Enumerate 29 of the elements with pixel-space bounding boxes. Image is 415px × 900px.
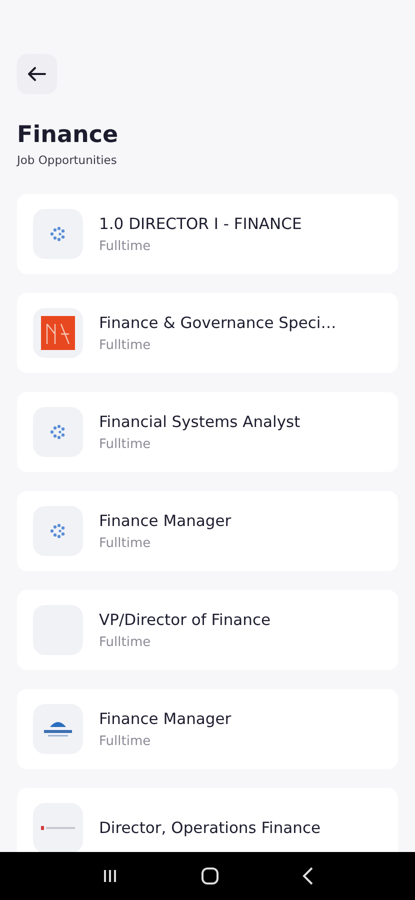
home-icon[interactable] [200, 867, 218, 885]
job-title: Finance Manager [99, 710, 232, 728]
job-title: Finance Manager [99, 512, 232, 530]
back-icon[interactable] [302, 867, 314, 885]
job-card[interactable]: Financial Systems Analyst Fulltime [17, 392, 398, 472]
job-type: Fulltime [99, 436, 152, 452]
job-card[interactable]: VP/Director of Finance Fulltime [17, 590, 398, 670]
job-type: Fulltime [99, 338, 152, 352]
page-title: Finance [17, 121, 120, 149]
back-button[interactable] [17, 54, 57, 94]
job-title: Financial Systems Analyst [99, 412, 300, 430]
job-card[interactable]: 1.0 DIRECTOR I - FINANCE Fulltime [17, 194, 398, 274]
job-type: Fulltime [99, 238, 152, 254]
job-card[interactable]: Director, Operations Finance [17, 788, 398, 852]
job-card[interactable]: Finance & Governance Speci… Fulltime [17, 293, 398, 373]
recent-apps-icon[interactable] [102, 868, 118, 884]
job-card[interactable]: Finance Manager Fulltime [17, 689, 398, 769]
job-type: Fulltime [99, 634, 152, 650]
job-type: Fulltime [99, 734, 152, 748]
job-card[interactable]: Finance Manager Fulltime [17, 491, 398, 571]
page-subtitle: Job Opportunities [17, 153, 118, 167]
square-logo-icon [41, 316, 75, 350]
job-title: VP/Director of Finance [99, 610, 271, 628]
back-arrow-icon [28, 67, 46, 81]
job-title: 1.0 DIRECTOR I - FINANCE [99, 214, 302, 232]
job-title: Finance & Governance Speci… [99, 314, 336, 332]
small-logo-icon [41, 826, 75, 830]
job-type: Fulltime [99, 536, 152, 550]
job-title: Director, Operations Finance [99, 819, 321, 837]
